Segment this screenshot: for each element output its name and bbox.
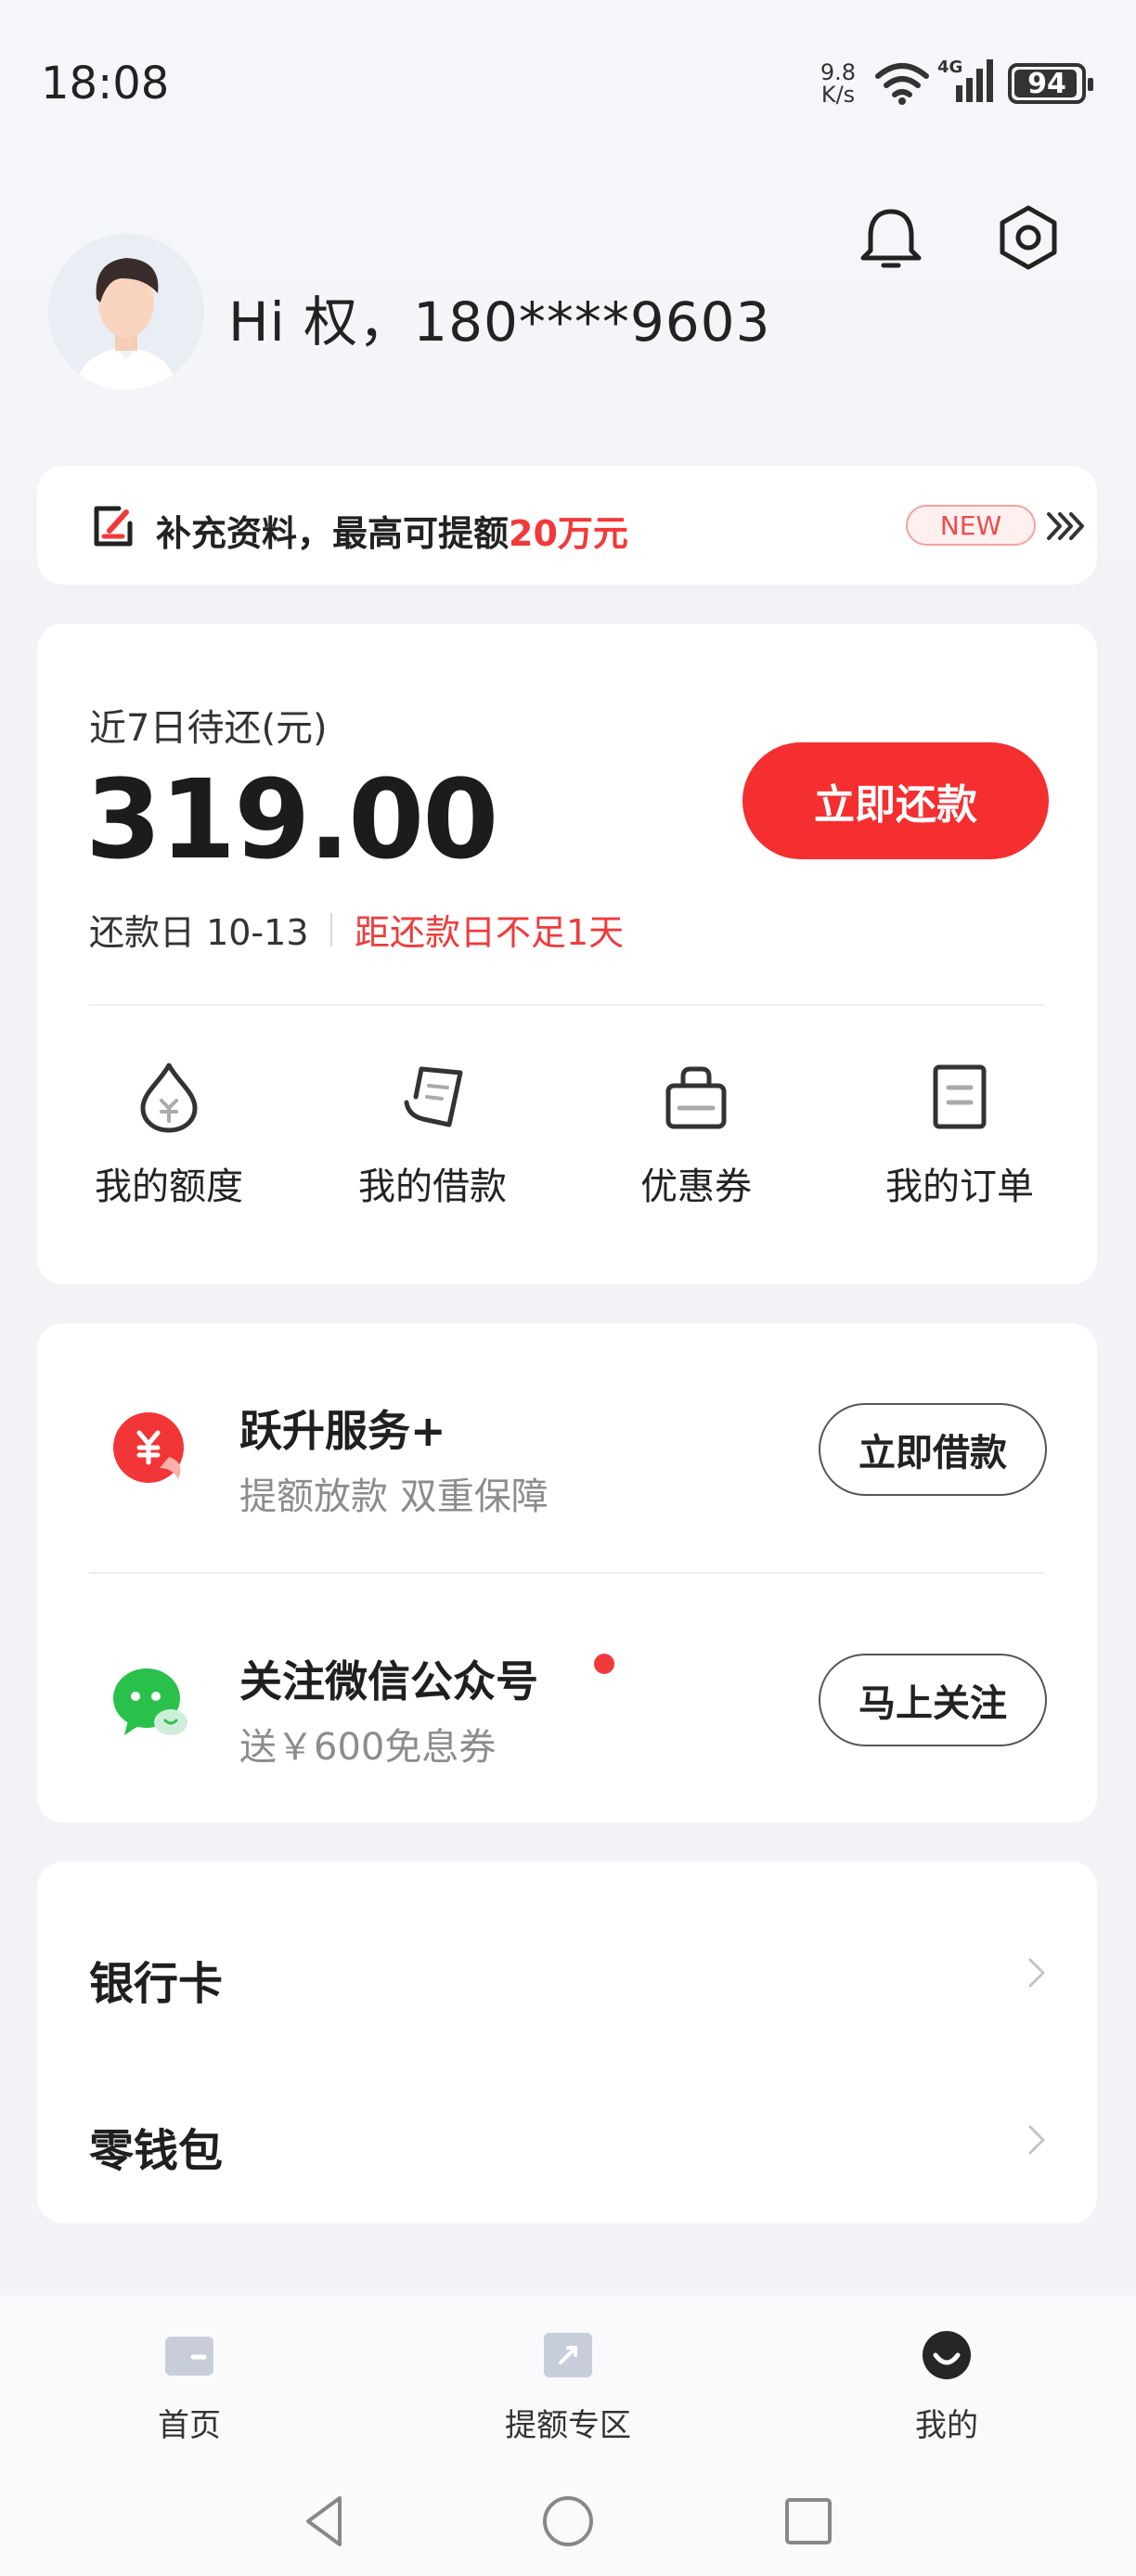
- divider: [330, 913, 332, 947]
- repay-due-date: 还款日 10-13: [89, 912, 309, 953]
- bell-icon[interactable]: [854, 202, 928, 277]
- follow-now-button[interactable]: 马上关注: [819, 1654, 1047, 1746]
- wechat-icon: [113, 1668, 187, 1735]
- promo-text: 补充资料，最高可提额20万元: [156, 505, 628, 556]
- divider: [89, 1004, 1045, 1006]
- settings-icon[interactable]: [991, 200, 1065, 275]
- battery-icon: 94: [1008, 63, 1093, 104]
- quick-action-label: 我的额度: [95, 1166, 243, 1208]
- service-title: 关注微信公众号: [239, 1656, 538, 1707]
- tab-label: 提额专区: [505, 2407, 631, 2444]
- avatar[interactable]: [48, 234, 204, 390]
- repay-warning: 距还款日不足1天: [355, 912, 625, 953]
- wifi-icon: [875, 63, 929, 105]
- net-speed-value: 9.8: [820, 59, 857, 85]
- quick-action-loans[interactable]: 我的借款: [321, 1060, 544, 1245]
- promo-highlight: 20万元: [509, 513, 628, 554]
- recents-icon[interactable]: [776, 2489, 841, 2554]
- chevron-right-icon: [1028, 2125, 1045, 2155]
- quick-action-orders[interactable]: 我的订单: [848, 1060, 1071, 1245]
- edit-document-icon: [94, 506, 133, 547]
- status-bar: 18:08 9.8 K/s 4G 94: [0, 0, 1136, 167]
- back-icon[interactable]: [293, 2489, 358, 2554]
- greeting: Hi 权，180****9603: [228, 290, 771, 354]
- borrow-now-button[interactable]: 立即借款: [819, 1403, 1047, 1496]
- order-icon: [933, 1064, 987, 1129]
- coupon-icon: [665, 1066, 727, 1129]
- service-subtitle: 提额放款 双重保障: [239, 1475, 549, 1518]
- divider: [89, 1572, 1045, 1574]
- home-circle-icon[interactable]: [536, 2489, 600, 2554]
- service-subtitle: 送￥600免息券: [239, 1726, 497, 1769]
- quota-icon: [140, 1063, 198, 1133]
- yuan-badge-icon: [113, 1412, 184, 1483]
- net-speed: 9.8 K/s: [817, 61, 859, 106]
- cellular-signal-icon: 4G: [937, 58, 993, 102]
- notification-dot: [594, 1654, 614, 1674]
- quick-action-label: 我的订单: [885, 1166, 1034, 1208]
- quick-action-label: 优惠券: [640, 1166, 752, 1208]
- tab-home[interactable]: 首页: [78, 2329, 301, 2445]
- battery-level: 94: [1027, 67, 1066, 100]
- loan-icon: [404, 1066, 463, 1127]
- list-item-label: 银行卡: [89, 1958, 224, 2010]
- boost-icon: [544, 2333, 592, 2377]
- tab-label: 首页: [158, 2407, 221, 2444]
- tab-label: 我的: [915, 2407, 978, 2444]
- account-list: 银行卡 零钱包: [37, 1861, 1097, 2223]
- home-icon: [165, 2337, 213, 2376]
- tab-boost[interactable]: 提额专区: [457, 2329, 679, 2445]
- repay-label: 近7日待还(元): [89, 707, 328, 750]
- bottom-nav: 首页 提额专区 我的: [0, 2296, 1136, 2472]
- repayment-card: 近7日待还(元) 319.00 还款日 10-13 距还款日不足1天 立即还款 …: [37, 624, 1097, 1284]
- quick-action-quota[interactable]: 我的额度: [58, 1060, 280, 1245]
- new-badge: NEW: [906, 505, 1036, 546]
- net-speed-unit: K/s: [820, 82, 856, 108]
- service-title: 跃升服务+: [239, 1406, 446, 1456]
- quick-action-label: 我的借款: [358, 1166, 507, 1208]
- promo-banner[interactable]: 补充资料，最高可提额20万元 NEW: [37, 466, 1097, 585]
- system-nav-bar: [0, 2472, 1136, 2576]
- avatar-illustration: [48, 234, 204, 390]
- status-time: 18:08: [41, 58, 170, 109]
- tab-profile[interactable]: 我的: [835, 2329, 1058, 2445]
- repay-now-button[interactable]: 立即还款: [742, 742, 1049, 859]
- profile-icon: [923, 2331, 971, 2379]
- promo-text-main: 补充资料，最高可提额: [156, 513, 510, 554]
- triple-chevron-right-icon: [1047, 512, 1084, 540]
- quick-action-coupons[interactable]: 优惠券: [585, 1060, 807, 1245]
- chevron-right-icon: [1028, 1958, 1045, 1988]
- list-item-bank-card[interactable]: 银行卡: [37, 1893, 1097, 2051]
- list-item-label: 零钱包: [89, 2125, 224, 2177]
- network-type-label: 4G: [937, 58, 962, 77]
- repay-amount: 319.00: [85, 755, 498, 883]
- list-item-wallet[interactable]: 零钱包: [37, 2060, 1097, 2218]
- services-card: 跃升服务+ 提额放款 双重保障 立即借款 关注微信公众号 送￥600免息券 马上…: [37, 1323, 1097, 1823]
